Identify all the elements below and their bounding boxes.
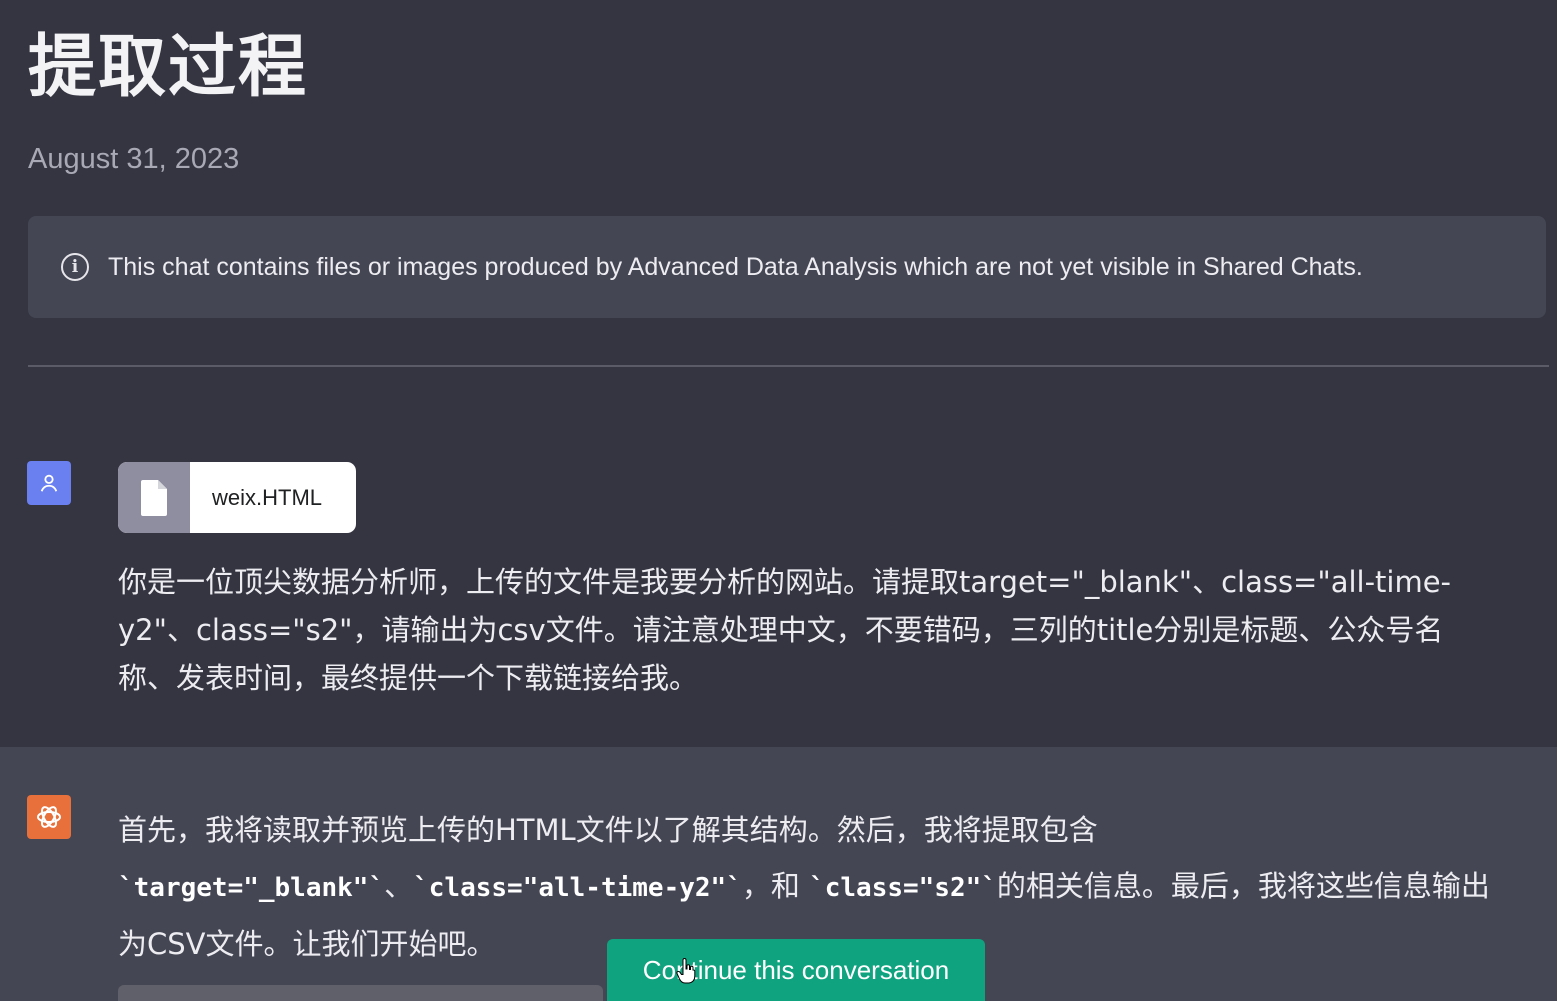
- assistant-sep1: 、: [384, 869, 414, 903]
- assistant-text-part1: 首先，我将读取并预览上传的HTML文件以了解其结构。然后，我将提取包含: [118, 813, 1098, 847]
- page-title: 提取过程: [28, 28, 309, 107]
- assistant-avatar: [27, 795, 71, 839]
- code-class-s2: `class="s2"`: [809, 873, 997, 903]
- divider: [28, 365, 1549, 367]
- notice-text: This chat contains files or images produ…: [108, 252, 1363, 281]
- code-target-blank: `target="_blank"`: [118, 873, 385, 903]
- chat-date: August 31, 2023: [28, 143, 240, 175]
- hand-cursor-icon: [676, 958, 696, 984]
- code-block-header: [118, 985, 603, 1001]
- file-icon-box: [118, 462, 190, 533]
- openai-logo-icon: [37, 806, 61, 828]
- notice-banner: i This chat contains files or images pro…: [28, 216, 1546, 318]
- assistant-sep2: ，和: [741, 869, 810, 903]
- user-message-text: 你是一位顶尖数据分析师，上传的文件是我要分析的网站。请提取target="_bl…: [118, 565, 1452, 695]
- continue-conversation-button[interactable]: Continue this conversation: [607, 939, 985, 1001]
- file-name: weix.HTML: [212, 484, 323, 510]
- file-attachment[interactable]: weix.HTML: [118, 462, 356, 533]
- code-class-all-time: `class="all-time-y2"`: [413, 873, 742, 903]
- user-icon: [40, 474, 58, 492]
- info-icon: i: [61, 253, 89, 281]
- file-icon: [141, 479, 167, 516]
- user-avatar: [27, 461, 71, 505]
